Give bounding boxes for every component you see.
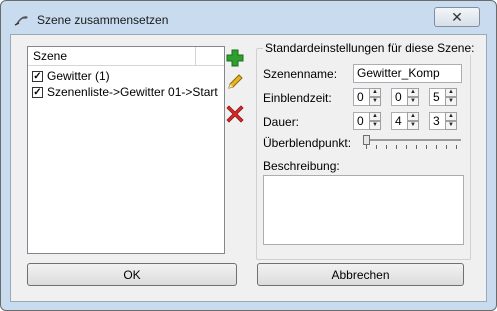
close-button[interactable]: ✕ (434, 7, 480, 27)
crossfade-slider[interactable] (363, 135, 461, 149)
close-icon: ✕ (451, 8, 463, 25)
window-title: Szene zusammensetzen (37, 13, 169, 27)
stepper-down-icon[interactable]: ▼ (445, 97, 457, 106)
checkbox[interactable]: ✓ (32, 70, 43, 82)
stepper-value[interactable]: 3 (429, 112, 445, 130)
stepper-value[interactable]: 4 (391, 112, 407, 130)
duration-seconds-stepper[interactable]: 3 ▲ ▼ (429, 112, 457, 130)
stepper-down-icon[interactable]: ▼ (369, 97, 381, 106)
fade-in-minutes-stepper[interactable]: 0 ▲ ▼ (391, 88, 419, 106)
list-item-label: Gewitter (1) (47, 69, 110, 83)
pencil-icon (228, 74, 243, 89)
scene-list[interactable]: Szene ✓ Gewitter (1) ✓ Szenenliste->Gewi… (27, 46, 225, 254)
stepper-down-icon[interactable]: ▼ (369, 121, 381, 130)
column-header-szene[interactable]: Szene (28, 47, 196, 65)
slider-ticks (366, 145, 461, 149)
stepper-value[interactable]: 0 (391, 88, 407, 106)
stepper-up-icon[interactable]: ▲ (369, 88, 381, 97)
title-bar[interactable]: Szene zusammensetzen ✕ (1, 1, 496, 37)
stepper-up-icon[interactable]: ▲ (369, 112, 381, 121)
stepper-value[interactable]: 0 (353, 112, 369, 130)
description-label: Beschreibung: (263, 159, 340, 173)
description-textarea[interactable] (263, 175, 464, 245)
app-icon (14, 14, 30, 26)
stepper-up-icon[interactable]: ▲ (445, 112, 457, 121)
scene-name-field[interactable]: Gewitter_Komp (353, 64, 462, 83)
list-item[interactable]: ✓ Szenenliste->Gewitter 01->Start (32, 84, 218, 100)
fade-in-label: Einblendzeit: (263, 91, 332, 105)
edit-scene-button[interactable] (224, 71, 246, 93)
settings-group-title: Standardeinstellungen für diese Szene: (263, 41, 477, 55)
stepper-up-icon[interactable]: ▲ (407, 112, 419, 121)
column-header-empty (196, 47, 224, 65)
cancel-button[interactable]: Abbrechen (257, 263, 464, 286)
dialog-body: Szene ✓ Gewitter (1) ✓ Szenenliste->Gewi… (10, 34, 487, 302)
stepper-up-icon[interactable]: ▲ (407, 88, 419, 97)
slider-thumb[interactable] (363, 135, 370, 145)
stepper-down-icon[interactable]: ▼ (445, 121, 457, 130)
list-item[interactable]: ✓ Gewitter (1) (32, 68, 110, 84)
duration-minutes-stepper[interactable]: 4 ▲ ▼ (391, 112, 419, 130)
stepper-value[interactable]: 0 (353, 88, 369, 106)
slider-track (363, 139, 461, 141)
scene-name-label: Szenenname: (263, 67, 338, 81)
scene-list-header: Szene (28, 47, 224, 66)
delete-scene-button[interactable] (224, 103, 246, 125)
duration-hours-stepper[interactable]: 0 ▲ ▼ (353, 112, 381, 130)
duration-label: Dauer: (263, 115, 300, 129)
fade-in-hours-stepper[interactable]: 0 ▲ ▼ (353, 88, 381, 106)
list-item-label: Szenenliste->Gewitter 01->Start (47, 85, 218, 99)
crossfade-label: Überblendpunkt: (263, 136, 352, 150)
ok-button[interactable]: OK (27, 263, 237, 286)
stepper-value[interactable]: 5 (429, 88, 445, 106)
add-scene-button[interactable] (224, 47, 246, 69)
fade-in-seconds-stepper[interactable]: 5 ▲ ▼ (429, 88, 457, 106)
stepper-down-icon[interactable]: ▼ (407, 97, 419, 106)
checkbox[interactable]: ✓ (32, 86, 43, 98)
dialog-window: Szene zusammensetzen ✕ Szene ✓ Gewitter … (0, 0, 497, 311)
stepper-down-icon[interactable]: ▼ (407, 121, 419, 130)
plus-icon (226, 49, 244, 67)
red-x-icon (226, 105, 244, 123)
stepper-up-icon[interactable]: ▲ (445, 88, 457, 97)
